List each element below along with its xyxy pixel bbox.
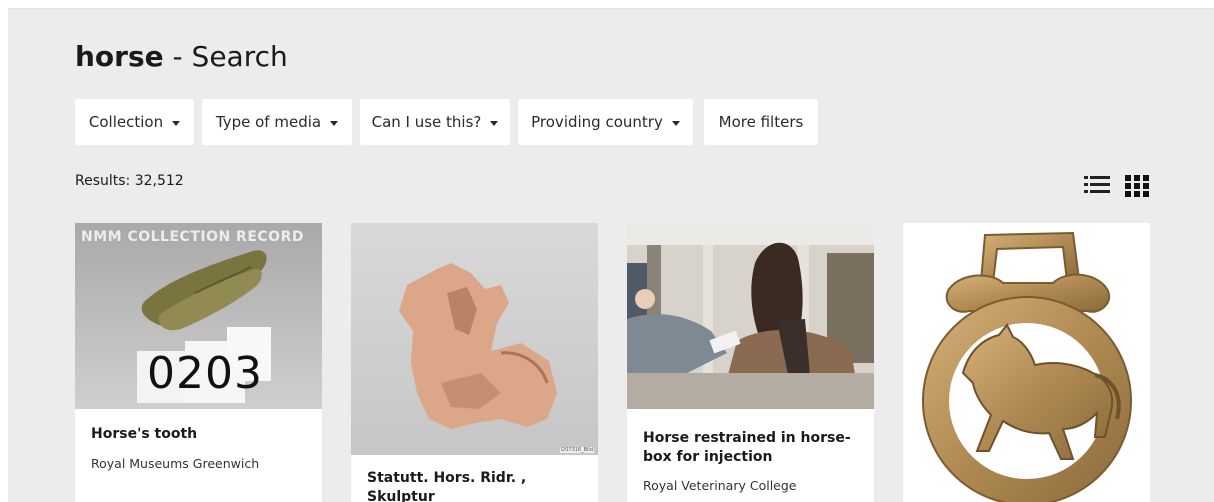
page-title: horse - Search [75,39,288,75]
card-source: Royal Museums Greenwich [91,456,260,471]
search-query: horse [75,40,164,73]
collection-filter-label: Collection [88,113,164,131]
caret-down-icon [671,120,680,126]
card-image[interactable]: I207316_Bild [351,223,598,455]
caret-down-icon [330,120,339,126]
page-title-suffix: - Search [163,40,288,73]
image-overlay-text: NMM COLLECTION RECORD [81,229,304,245]
grid-view-icon[interactable] [1125,173,1149,199]
caret-down-icon [490,120,499,126]
image-caption: I207316_Bild [559,447,594,453]
results-count: Results: 32,512 [75,173,184,189]
caret-down-icon [172,120,181,126]
search-page: horse - Search Collection Type of media … [8,8,1214,502]
result-card[interactable]: NMM COLLECTION RECORD 0203 Horse's tooth… [75,223,322,502]
image-specimen-label: 0203 [147,348,263,399]
type-of-media-filter-button[interactable]: Type of media [202,99,352,145]
type-of-media-filter-label: Type of media [215,113,322,131]
collection-filter-button[interactable]: Collection [75,99,194,145]
card-image[interactable]: NMM COLLECTION RECORD 0203 [75,223,322,409]
more-filters-label: More filters [718,113,804,131]
providing-country-filter-button[interactable]: Providing country [518,99,693,145]
card-image[interactable] [903,223,1150,502]
can-i-use-this-filter-button[interactable]: Can I use this? [360,99,510,145]
result-card[interactable] [903,223,1150,502]
card-source: Royal Veterinary College [643,478,797,493]
card-image[interactable] [627,223,874,409]
card-title: Statutt. Hors. Ridr. , Skulptur [367,470,527,502]
providing-country-filter-label: Providing country [531,113,663,131]
card-title: Horse restrained in horse-box for inject… [643,430,851,465]
list-view-icon[interactable] [1084,173,1110,199]
card-title: Horse's tooth [91,426,198,442]
result-card[interactable]: I207316_Bild Statutt. Hors. Ridr. , Skul… [351,223,598,502]
result-card[interactable]: Horse restrained in horse-box for inject… [627,223,874,502]
more-filters-button[interactable]: More filters [704,99,818,145]
can-i-use-this-filter-label: Can I use this? [371,113,482,131]
